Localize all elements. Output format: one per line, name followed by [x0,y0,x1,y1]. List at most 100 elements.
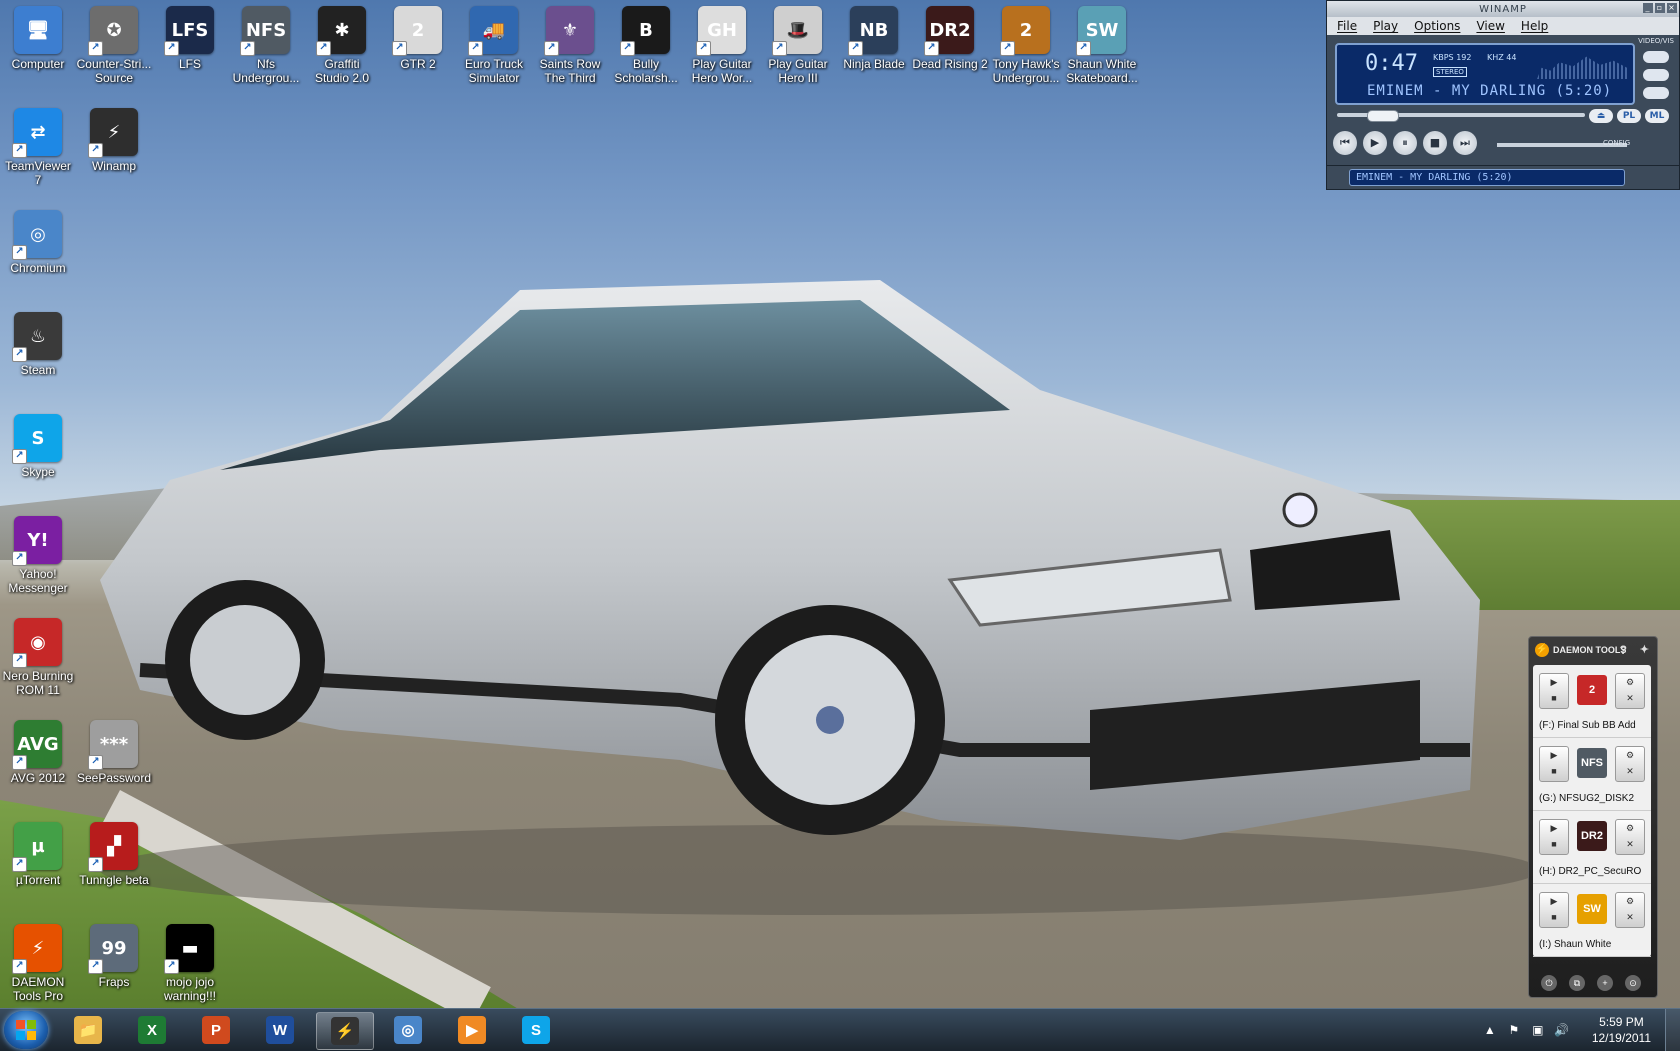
desktop-icon[interactable]: B ↗ Bully Scholarsh... [608,6,684,85]
desktop-icon[interactable]: ⚜ ↗ Saints Row The Third [532,6,608,85]
seek-knob[interactable] [1367,110,1399,122]
desktop-icon[interactable]: ✱ ↗ Graffiti Studio 2.0 [304,6,380,85]
help-icon[interactable]: ? [1620,643,1627,657]
taskbar-media-player-button[interactable]: ▶ [444,1012,500,1048]
play-button[interactable]: ▶ [1363,131,1387,155]
seek-bar[interactable] [1337,110,1585,122]
app-icon: SW ↗ [1076,6,1126,56]
show-hidden-icons-icon[interactable]: ▲ [1481,1023,1499,1037]
desktop-icon[interactable]: AVG ↗ AVG 2012 [0,720,76,785]
visualizer[interactable] [1537,56,1627,79]
desktop-icon[interactable]: 🖥↗ Computer [0,6,76,71]
desktop-icon-label: Bully Scholarsh... [614,57,678,85]
minimize-button[interactable]: _ [1643,3,1653,13]
flag-icon[interactable]: ⚑ [1505,1023,1523,1037]
virtual-drive[interactable]: ▶ ■ NFS ⚙ ✕ (G:) NFSUG2_DISK2 [1533,738,1651,811]
desktop-icon[interactable]: ◎ ↗ Chromium [0,210,76,275]
app-icon: ♨ ↗ [12,312,62,362]
playback-time[interactable]: 0:47 [1365,51,1418,76]
virtual-drive[interactable]: ▶ ■ SW ⚙ ✕ (I:) Shaun White [1533,884,1651,957]
desktop-icon[interactable]: µ ↗ µTorrent [0,822,76,887]
side-button[interactable] [1643,69,1669,81]
desktop-icon[interactable]: Y! ↗ Yahoo! Messenger [0,516,76,595]
options-icon[interactable]: ✦ [1640,643,1649,656]
side-button[interactable] [1643,51,1669,63]
config-label[interactable]: CONFIG [1603,139,1630,147]
play-drive-button[interactable]: ▶ ■ [1539,892,1569,928]
network-icon[interactable]: ▣ [1529,1023,1547,1037]
desktop-icon[interactable]: NFS ↗ Nfs Undergrou... [228,6,304,85]
desktop-icon[interactable]: LFS ↗ LFS [152,6,228,71]
desktop-icon-label: mojo jojo warning!!! [163,975,217,1003]
disc-image-icon: NFS [1577,748,1607,778]
desktop-icon[interactable]: 🎩 ↗ Play Guitar Hero III [760,6,836,85]
virtual-drive[interactable]: ▶ ■ DR2 ⚙ ✕ (H:) DR2_PC_SecuRO [1533,811,1651,884]
next-button[interactable]: ⏭ [1453,131,1477,155]
eject-button[interactable]: ⏏ [1589,109,1613,123]
play-drive-button[interactable]: ▶ ■ [1539,819,1569,855]
desktop-icon[interactable]: 99 ↗ Fraps [76,924,152,989]
playlist-current-song[interactable]: EMINEM - MY DARLING (5:20) [1349,169,1625,186]
menu-file[interactable]: File [1337,19,1357,33]
pause-button[interactable]: ⏸ [1393,131,1417,155]
desktop-icon[interactable]: DR2 ↗ Dead Rising 2 [912,6,988,71]
winamp-titlebar[interactable]: WINAMP _ ▫ × [1327,1,1679,17]
desktop-icon[interactable]: ▬ ↗ mojo jojo warning!!! [152,924,228,1003]
desktop-icon[interactable]: 2 ↗ Tony Hawk's Undergrou... [988,6,1064,85]
stop-button[interactable]: ■ [1423,131,1447,155]
taskbar-skype-button[interactable]: S [508,1012,564,1048]
taskbar-chromium-button[interactable]: ◎ [380,1012,436,1048]
disc-image-icon: 2 [1577,675,1607,705]
close-button[interactable]: × [1667,3,1677,13]
side-button[interactable] [1643,87,1669,99]
menu-help[interactable]: Help [1521,19,1548,33]
shade-button[interactable]: ▫ [1655,3,1665,13]
play-drive-button[interactable]: ▶ ■ [1539,673,1569,709]
virtual-drive[interactable]: ▶ ■ 2 ⚙ ✕ (F:) Final Sub BB Add [1533,665,1651,738]
drive-settings-button[interactable]: ⚙ ✕ [1615,746,1645,782]
play-drive-button[interactable]: ▶ ■ [1539,746,1569,782]
drive-settings-button[interactable]: ⚙ ✕ [1615,673,1645,709]
volume-icon[interactable]: 🔊 [1553,1023,1571,1037]
show-desktop-button[interactable] [1665,1009,1680,1051]
shortcut-arrow-icon: ↗ [924,41,939,56]
taskbar-excel-button[interactable]: X [124,1012,180,1048]
menu-options[interactable]: Options [1414,19,1460,33]
taskbar-word-button[interactable]: W [252,1012,308,1048]
media-player-icon: ▶ [458,1016,486,1044]
media-library-button[interactable]: ML [1645,109,1669,123]
desktop-icon[interactable]: 🚚 ↗ Euro Truck Simulator [456,6,532,85]
desktop-icon[interactable]: NB ↗ Ninja Blade [836,6,912,71]
desktop-icon[interactable]: GH ↗ Play Guitar Hero Wor... [684,6,760,85]
taskbar-powerpoint-button[interactable]: P [188,1012,244,1048]
taskbar-winamp-button[interactable]: ⚡ [316,1012,374,1050]
desktop-icon[interactable]: ♨ ↗ Steam [0,312,76,377]
desktop-icon[interactable]: ✪ ↗ Counter-Stri... Source [76,6,152,85]
desktop-icon[interactable]: ◉ ↗ Nero Burning ROM 11 [0,618,76,697]
start-button[interactable] [4,1011,48,1049]
desktop-icon[interactable]: ⇄ ↗ TeamViewer 7 [0,108,76,187]
desktop-icon[interactable]: ⚡ ↗ Winamp [76,108,152,173]
desktop-icon[interactable]: S ↗ Skype [0,414,76,479]
power-icon[interactable]: ⏻ [1541,975,1557,991]
desktop-icon[interactable]: ▞ ↗ Tunngle beta [76,822,152,887]
desktop-icon[interactable]: SW ↗ Shaun White Skateboard... [1064,6,1140,85]
menu-play[interactable]: Play [1373,19,1398,33]
playlist-toggle-button[interactable]: PL [1617,109,1641,123]
desktop-icon[interactable]: *** ↗ SeePassword [76,720,152,785]
menu-view[interactable]: View [1476,19,1504,33]
drive-settings-button[interactable]: ⚙ ✕ [1615,819,1645,855]
winamp-window[interactable]: WINAMP _ ▫ × File Play Options View Help… [1326,0,1680,190]
system-clock[interactable]: 5:59 PM 12/19/2011 [1592,1014,1651,1046]
drive-settings-button[interactable]: ⚙ ✕ [1615,892,1645,928]
taskbar-explorer-button[interactable]: 📁 [60,1012,116,1048]
mount-icon[interactable]: ⊙ [1625,975,1641,991]
network-icon[interactable]: ⧉ [1569,975,1585,991]
previous-button[interactable]: ⏮ [1333,131,1357,155]
shortcut-arrow-icon: ↗ [12,143,27,158]
desktop-icon[interactable]: 2 ↗ GTR 2 [380,6,456,71]
app-icon: AVG ↗ [12,720,62,770]
add-drive-icon[interactable]: + [1597,975,1613,991]
daemon-logo-icon: ⚡ [1535,643,1549,657]
desktop-icon[interactable]: ⚡ ↗ DAEMON Tools Pro [0,924,76,1003]
